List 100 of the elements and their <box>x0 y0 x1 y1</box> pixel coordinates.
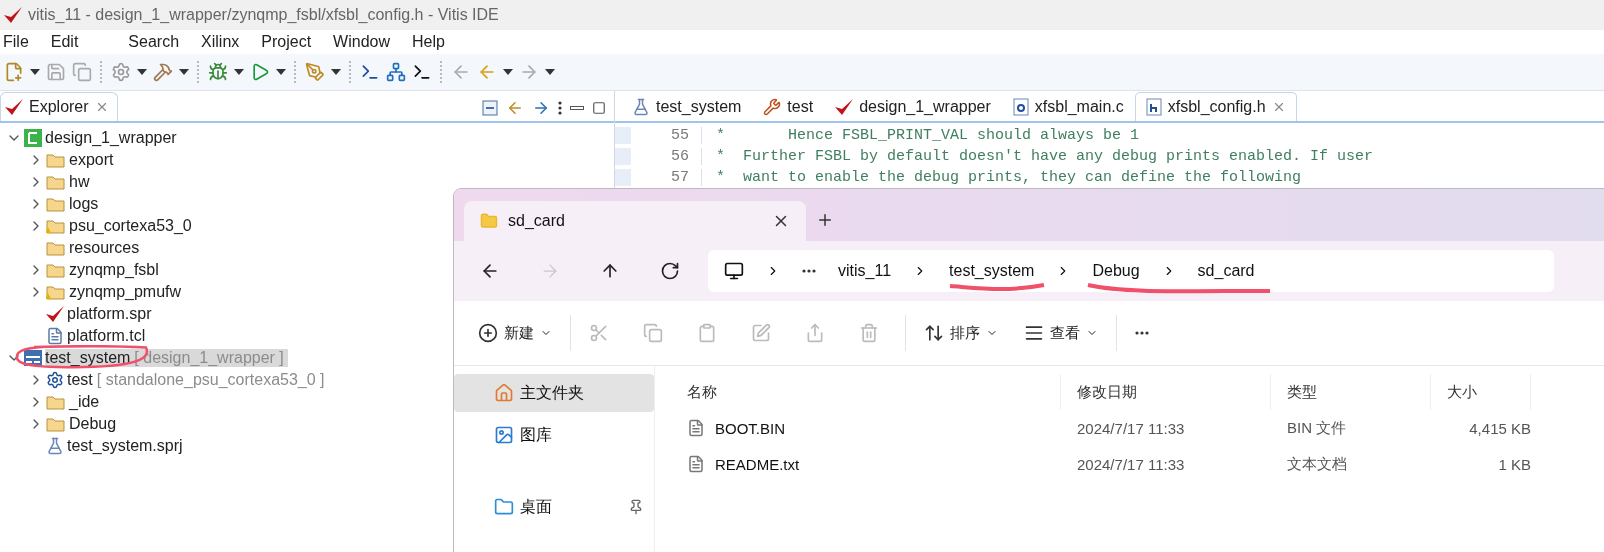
tree-item[interactable]: logs <box>69 195 103 213</box>
editor-tab[interactable]: xfsbl_main.c <box>1001 92 1135 121</box>
column-header[interactable]: 大小 <box>1431 374 1531 410</box>
column-header[interactable]: 类型 <box>1271 374 1431 410</box>
file-name[interactable]: BOOT.BIN <box>671 410 1061 446</box>
column-header[interactable]: 修改日期 <box>1061 374 1271 410</box>
run-icon[interactable] <box>250 62 270 82</box>
new-file-icon[interactable] <box>4 62 24 82</box>
flask-icon <box>632 98 650 116</box>
folder-icon <box>494 497 514 517</box>
code-comment: * Further FSBL by default doesn't have any debug prints enabled. If user <box>701 148 1374 165</box>
menu-item[interactable]: Xilinx <box>201 33 240 51</box>
sidebar-item[interactable]: 主文件夹 <box>454 374 654 412</box>
menu-item[interactable]: Help <box>412 33 445 51</box>
line-number: 55 <box>615 127 701 144</box>
maximize-icon <box>592 101 606 115</box>
menu-item[interactable]: Project <box>261 33 312 51</box>
breadcrumb[interactable]: vitis_11 <box>838 262 892 280</box>
breadcrumb[interactable]: sd_card <box>1197 262 1255 280</box>
gallery-icon <box>494 425 514 445</box>
file-name[interactable]: README.txt <box>671 446 1061 482</box>
cut-icon <box>589 323 609 343</box>
tree-item[interactable]: resources <box>69 239 144 257</box>
tree-item[interactable]: _ide <box>69 393 104 411</box>
folder-icon <box>46 240 66 256</box>
table-cell-text: 2024/7/17 11:33 <box>1076 418 1186 439</box>
platform-icon <box>24 129 42 147</box>
breadcrumb[interactable]: Debug <box>1092 262 1140 280</box>
h-file-icon <box>1145 98 1162 116</box>
file-icon <box>687 455 705 473</box>
tree-item[interactable]: hw <box>69 173 94 191</box>
new-button[interactable]: 新建 <box>470 315 560 351</box>
terminal-icon[interactable] <box>360 62 380 82</box>
checkmark-icon <box>835 99 854 115</box>
rename-icon <box>751 323 771 343</box>
menu-item[interactable]: File <box>3 33 29 51</box>
menu-item[interactable]: Window <box>333 33 390 51</box>
checkmark-icon <box>46 306 64 322</box>
window-title: vitis_11 - design_1_wrapper/zynqmp_fsbl/xfsbl_config.h - Vitis IDE <box>28 6 499 24</box>
menu-item[interactable]: Edit <box>50 33 79 51</box>
tree-item[interactable]: export <box>69 151 118 169</box>
folder-icon <box>46 174 66 190</box>
tree-item[interactable]: platform.tcl <box>67 327 150 345</box>
sidebar-item[interactable]: 桌面 <box>454 488 654 526</box>
table-cell-text: 2024/7/17 11:33 <box>1076 454 1186 475</box>
hammer-icon[interactable] <box>153 62 173 82</box>
folder-icon <box>46 196 66 212</box>
table-cell-text: 1 KB <box>1497 454 1531 475</box>
folder-icon <box>480 212 498 230</box>
view-icon <box>1024 323 1044 343</box>
tree-item[interactable]: psu_cortexa53_0 <box>69 217 196 235</box>
table-cell-text: BIN 文件 <box>1286 417 1348 438</box>
checkmark-icon <box>4 7 22 23</box>
breadcrumb[interactable]: test_system <box>949 262 1035 280</box>
folder-icon <box>46 416 66 432</box>
menu-item[interactable]: Search <box>128 33 180 51</box>
window-tab[interactable]: sd_card <box>464 201 806 241</box>
folder-icon <box>46 262 66 278</box>
editor-tab[interactable]: xfsbl_config.h <box>1134 92 1297 121</box>
tree-item[interactable]: zynqmp_fsbl <box>69 261 163 279</box>
tools-icon <box>763 98 782 116</box>
tree-item[interactable]: zynqmp_pmufw <box>69 283 186 301</box>
view-button[interactable]: 查看 <box>1016 315 1106 351</box>
editor-tab[interactable]: test <box>752 92 825 121</box>
minimize-icon[interactable] <box>570 106 584 110</box>
file-icon <box>46 327 64 345</box>
tree-item[interactable]: design_1_wrapper <box>45 129 181 147</box>
code-comment: * want to enable the debug prints, they can define the following <box>701 169 1302 186</box>
sort-button[interactable]: 排序 <box>916 315 1006 351</box>
tree-item[interactable]: test [ standalone_psu_cortexa53_0 ] <box>67 371 329 389</box>
home-icon <box>494 383 514 403</box>
folder-icon <box>46 394 66 410</box>
line-number: 56 <box>615 148 701 165</box>
copy-icon <box>643 323 663 343</box>
sidebar-item[interactable]: 图库 <box>454 416 654 454</box>
warning-folder-icon <box>46 284 66 300</box>
bug-icon[interactable] <box>208 62 228 82</box>
editor-tab[interactable]: design_1_wrapper <box>824 92 1002 121</box>
file-icon <box>687 419 705 437</box>
address-bar[interactable]: vitis_11 test_system Debug sd_card <box>708 250 1554 292</box>
network-icon[interactable] <box>386 62 406 82</box>
console-icon[interactable] <box>412 62 432 82</box>
settings-icon[interactable] <box>111 62 131 82</box>
table-cell-text: 文本文档 <box>1286 453 1348 474</box>
table-cell-text: 4,415 KB <box>1468 418 1531 439</box>
tree-item[interactable]: test_system.sprj <box>67 437 187 455</box>
new-icon <box>478 323 498 343</box>
sort-icon <box>924 323 944 343</box>
collapse-all-icon[interactable] <box>482 100 498 116</box>
share-icon <box>805 323 825 343</box>
pen-icon[interactable] <box>305 62 325 82</box>
flask-icon <box>46 437 64 455</box>
new-tab-icon <box>816 211 834 229</box>
paste-icon <box>697 323 717 343</box>
more-icon[interactable] <box>558 101 562 115</box>
folder-icon <box>46 152 66 168</box>
tree-item[interactable]: Debug <box>69 415 121 433</box>
tree-item[interactable]: platform.spr <box>67 305 156 323</box>
editor-tab[interactable]: test_system <box>621 92 753 121</box>
column-header[interactable]: 名称 <box>671 374 1061 410</box>
